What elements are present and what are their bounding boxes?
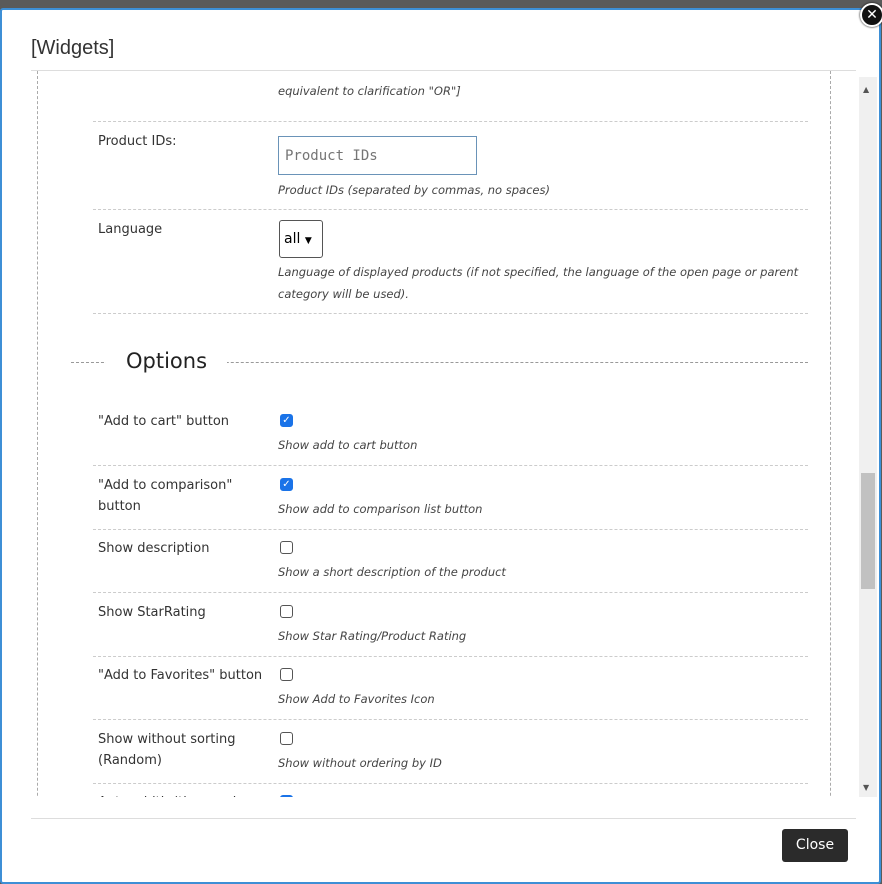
option-label: "Add to Favorites" button [98,668,263,683]
product-ids-input[interactable] [278,136,477,175]
language-select[interactable]: all ▼ [279,220,323,258]
options-legend: Options [71,349,808,373]
option-help: Show a short description of the product [278,565,506,579]
close-button[interactable]: Close [782,829,848,862]
language-help: Language of displayed products (if not s… [278,265,799,301]
language-value: all [284,231,301,247]
option-row: "Add to cart" button ✓ Show add to cart … [93,402,808,466]
option-row: Show StarRating Show Star Rating/Product… [93,593,808,657]
form-row-prev: equivalent to clarification "OR"] [93,71,808,122]
option-label: "Add to cart" button [98,414,230,429]
form-row-product-ids: Product IDs: Product IDs (separated by c… [93,121,808,210]
option-help: Show add to cart button [278,438,418,452]
option-row: Show without sorting (Random) Show witho… [93,720,808,784]
product-ids-label: Product IDs: [98,134,177,149]
dialog-body[interactable]: equivalent to clarification "OR"] Produc… [31,71,878,797]
option-checkbox[interactable] [280,604,293,618]
options-title: Options [106,349,228,373]
option-checkbox[interactable] [280,731,293,745]
scrollbar[interactable]: ▲ ▼ [859,77,877,797]
help-text: equivalent to clarification "OR"] [278,84,461,98]
option-checkbox[interactable] [280,668,293,681]
option-checkbox[interactable] [280,541,293,554]
option-help: Show Star Rating/Product Rating [278,628,467,643]
product-ids-help: Product IDs (separated by commas, no spa… [278,183,550,197]
scroll-up-icon[interactable]: ▲ [863,85,869,94]
option-label: Show StarRating [98,604,206,620]
scrollbar-thumb[interactable] [861,473,875,589]
scroll-down-icon[interactable]: ▼ [863,783,869,792]
option-help: Show add to comparison list button [278,501,483,516]
language-label: Language [98,222,163,237]
dialog-title: [Widgets] [31,37,115,59]
option-label: "Add to comparison" button [98,477,233,514]
option-help: Show without ordering by ID [278,755,442,770]
option-row: "Add to Favorites" button Show Add to Fa… [93,656,808,720]
option-help: Show Add to Favorites Icon [278,692,435,706]
widgets-dialog: [Widgets] equivalent to clarification "O… [0,8,881,884]
option-checkbox[interactable]: ✓ [280,414,293,427]
option-label: Show description [98,541,210,556]
divider [31,818,856,819]
option-label: Show without sorting (Random) [98,731,236,768]
option-row: Auto-width (the number ✓ [93,783,808,797]
option-row: Show description Show a short descriptio… [93,529,808,593]
option-row: "Add to comparison" button ✓ Show add to… [93,466,808,530]
option-checkbox[interactable]: ✓ [280,795,293,797]
close-icon[interactable]: ✕ [860,3,882,27]
option-label: Auto-width (the number [98,792,273,797]
chevron-down-icon: ▼ [304,236,312,246]
form-row-language: Language all ▼ Language of displayed pro… [93,210,808,314]
option-checkbox[interactable]: ✓ [280,477,293,491]
